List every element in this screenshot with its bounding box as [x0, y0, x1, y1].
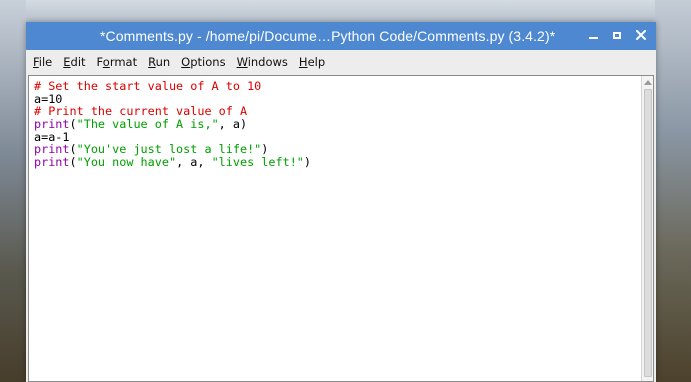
code-token-plain: (	[69, 117, 77, 132]
code-token-string: "lives left!"	[211, 155, 304, 170]
desktop-wallpaper-right	[655, 0, 691, 382]
menu-help[interactable]: Help	[299, 55, 325, 69]
scrollbar-thumb[interactable]	[644, 89, 652, 377]
code-token-plain: )	[303, 155, 312, 170]
code-token-plain: , a,	[176, 155, 212, 170]
code-line: print("The value of A is,", a)	[34, 118, 641, 131]
code-token-comment: # Set the start value of A to 10	[34, 79, 262, 93]
maximize-icon[interactable]	[610, 26, 624, 44]
menu-edit[interactable]: Edit	[63, 55, 85, 69]
menu-bar: File Edit Format Run Options Windows Help	[26, 50, 656, 74]
desktop-wallpaper-top	[0, 0, 691, 22]
window-title: *Comments.py - /home/pi/Docume…Python Co…	[100, 28, 556, 44]
close-icon[interactable]	[634, 26, 648, 44]
title-bar[interactable]: *Comments.py - /home/pi/Docume…Python Co…	[26, 22, 656, 50]
minimize-icon[interactable]	[586, 26, 600, 44]
menu-file[interactable]: File	[33, 55, 52, 69]
window-controls	[586, 26, 648, 44]
editor-frame: # Set the start value of A to 10 a=10 # Pr…	[28, 75, 654, 382]
menu-windows[interactable]: Windows	[237, 55, 288, 69]
menu-options[interactable]: Options	[181, 55, 225, 69]
code-editor[interactable]: # Set the start value of A to 10 a=10 # Pr…	[29, 76, 641, 381]
code-token-plain: , a)	[218, 117, 248, 132]
scroll-up-arrow-icon[interactable]	[643, 77, 653, 87]
idle-editor-window: *Comments.py - /home/pi/Docume…Python Co…	[26, 22, 656, 382]
vertical-scrollbar[interactable]	[641, 76, 653, 381]
menu-format[interactable]: Format	[97, 55, 138, 69]
code-token-string: "You now have"	[76, 155, 177, 170]
menu-run[interactable]: Run	[148, 55, 170, 69]
code-token-plain: (	[69, 155, 77, 170]
code-line: # Set the start value of A to 10	[34, 80, 641, 93]
code-token-string: "The value of A is,"	[76, 117, 219, 132]
code-token-builtin: print	[34, 155, 70, 170]
code-line: print("You now have", a, "lives left!")	[34, 156, 641, 169]
desktop-wallpaper-left	[0, 0, 26, 382]
